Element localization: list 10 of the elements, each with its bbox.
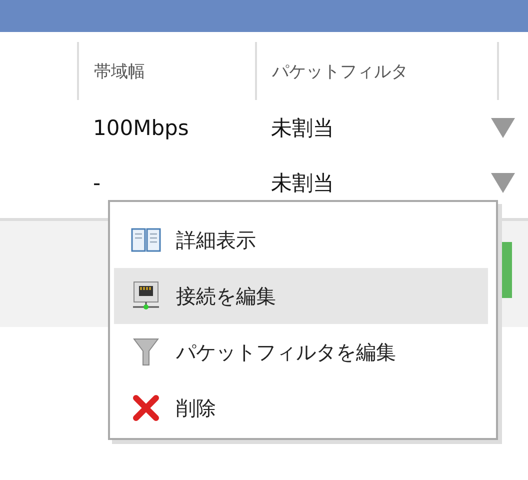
table-cell-text: - [92, 170, 102, 194]
menu-item[interactable]: 詳細表示 [114, 212, 488, 268]
menu-item[interactable]: パケットフィルタを編集 [114, 324, 488, 380]
table-cell-text: 100Mbps [92, 116, 190, 140]
column-header: パケットフィルタ [272, 60, 408, 82]
table-cell-text: 未割当 [270, 170, 335, 196]
menu-item[interactable]: 接続を編集 [114, 268, 488, 324]
table-cell-text: 未割当 [270, 114, 335, 142]
menu-item[interactable]: 削除 [114, 380, 488, 436]
column-header: 帯域幅 [94, 60, 145, 82]
